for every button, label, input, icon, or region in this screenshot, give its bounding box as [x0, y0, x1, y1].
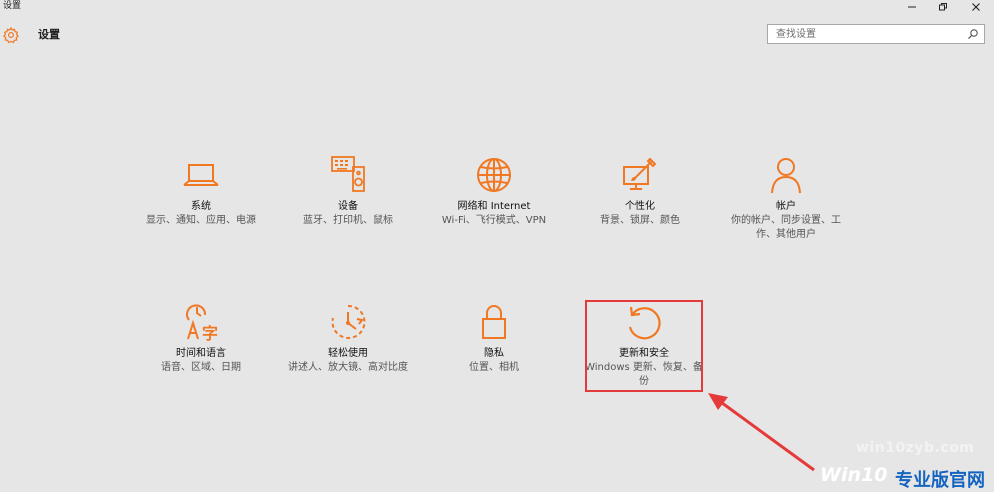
paint-display-icon [623, 157, 657, 190]
search-icon[interactable] [967, 28, 979, 40]
ease-of-access-icon [331, 304, 366, 339]
restore-button[interactable] [929, 0, 957, 14]
tile-desc: 蓝牙、打印机、鼠标 [303, 215, 393, 226]
gear-icon [2, 26, 20, 44]
page-title: 设置 [38, 28, 60, 41]
tile-label: 设备 [338, 201, 358, 212]
tile-label: 时间和语言 [176, 348, 226, 359]
tile-label: 帐户 [776, 201, 796, 212]
window-title: 设置 [3, 1, 22, 11]
watermark-brand-suffix: 专业版官网 [895, 470, 985, 491]
tile-privacy[interactable]: 隐私 位置、相机 [434, 301, 554, 375]
tile-label: 个性化 [625, 201, 655, 212]
tile-time-language[interactable]: 字 时间和语言 语音、区域、日期 [141, 301, 261, 375]
tile-desc: 背景、锁屏、颜色 [600, 215, 680, 226]
tile-desc: 语音、区域、日期 [161, 362, 241, 373]
tile-desc: 显示、通知、应用、电源 [146, 215, 256, 226]
globe-icon [477, 158, 511, 192]
annotation-arrow-icon [708, 393, 815, 472]
watermark-brand: Win10 [820, 464, 888, 486]
tile-desc: 你的帐户、同步设置、工作、其他用户 [731, 215, 841, 240]
tile-desc: 讲述人、放大镜、高对比度 [288, 362, 408, 373]
minimize-icon [908, 6, 916, 8]
time-language-icon: 字 [186, 304, 218, 343]
keyboard-speaker-icon [331, 156, 365, 192]
tile-network[interactable]: 网络和 Internet Wi-Fi、飞行模式、VPN [434, 154, 554, 228]
tile-ease-of-access[interactable]: 轻松使用 讲述人、放大镜、高对比度 [288, 301, 408, 375]
watermark-url: win10zyb.com [856, 440, 975, 456]
tile-system[interactable]: 系统 显示、通知、应用、电源 [141, 154, 261, 228]
laptop-icon [183, 164, 219, 186]
tile-label: 系统 [191, 201, 211, 212]
title-bar: 设置 [0, 0, 994, 14]
tile-desc: Wi-Fi、飞行模式、VPN [441, 215, 547, 226]
svg-text:字: 字 [202, 324, 218, 343]
lock-icon [482, 305, 506, 339]
search-input[interactable] [768, 25, 966, 43]
tile-accounts[interactable]: 帐户 你的帐户、同步设置、工作、其他用户 [726, 154, 846, 242]
tile-desc: 位置、相机 [469, 362, 519, 373]
person-icon [771, 158, 801, 194]
close-icon [972, 3, 980, 11]
minimize-button[interactable] [898, 0, 926, 14]
highlight-box [585, 300, 703, 392]
tile-personalization[interactable]: 个性化 背景、锁屏、颜色 [580, 154, 700, 228]
search-box[interactable] [767, 24, 985, 44]
tile-label: 轻松使用 [328, 348, 368, 359]
tile-devices[interactable]: 设备 蓝牙、打印机、鼠标 [288, 154, 408, 228]
tile-label: 隐私 [484, 348, 504, 359]
restore-icon [939, 3, 947, 11]
watermark-logo: Win10 专业版官网 [812, 462, 994, 491]
tile-label: 网络和 Internet [457, 201, 531, 212]
close-button[interactable] [962, 0, 990, 14]
